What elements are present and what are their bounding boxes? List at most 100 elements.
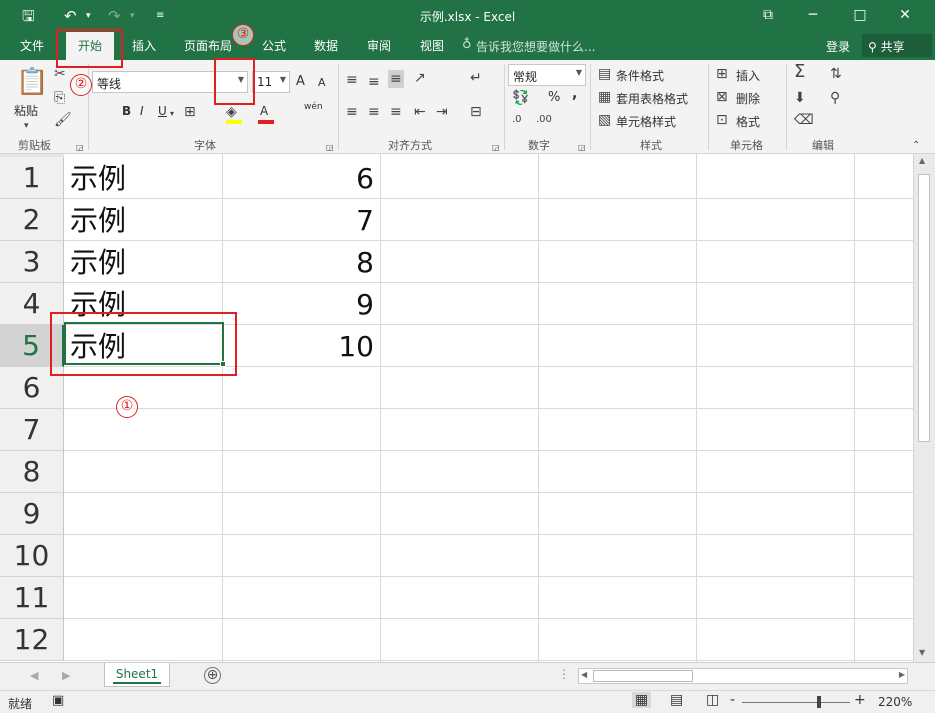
number-format-select[interactable]: 常规 ▼	[508, 64, 586, 86]
zoom-in-button[interactable]: +	[854, 692, 866, 708]
fill-icon[interactable]: ⬇	[794, 90, 806, 106]
paste-icon[interactable]: 📋	[16, 68, 48, 96]
increase-indent-icon[interactable]: ⇥	[436, 104, 448, 120]
underline-button[interactable]: U	[158, 104, 167, 118]
delete-cells-button[interactable]: 删除	[736, 90, 760, 107]
row-header[interactable]: 1	[0, 157, 64, 199]
vertical-scroll-thumb[interactable]	[918, 174, 930, 442]
cell-b3[interactable]: 8	[224, 241, 374, 283]
decrease-indent-icon[interactable]: ⇤	[414, 104, 426, 120]
row-header[interactable]: 3	[0, 241, 64, 283]
increase-decimal-icon[interactable]: .0	[512, 112, 522, 128]
row-header[interactable]: 10	[0, 535, 64, 577]
cell-a3[interactable]: 示例	[70, 241, 126, 283]
tab-formulas[interactable]: 公式	[262, 38, 286, 54]
cell-a1[interactable]: 示例	[70, 157, 126, 199]
cell-b4[interactable]: 9	[224, 283, 374, 325]
bold-button[interactable]: B	[122, 104, 131, 118]
align-top-icon[interactable]: ≡	[346, 72, 358, 88]
paste-label[interactable]: 粘贴	[14, 102, 38, 119]
scroll-up-icon[interactable]: ▲	[919, 156, 925, 165]
copy-icon[interactable]: ⎘	[54, 90, 65, 106]
scroll-left-icon[interactable]: ◀	[581, 670, 587, 679]
autosum-icon[interactable]: Σ	[794, 63, 805, 81]
align-bottom-icon[interactable]: ≡	[388, 70, 404, 88]
tab-view[interactable]: 视图	[420, 38, 444, 54]
row-header[interactable]: 2	[0, 199, 64, 241]
fill-color-icon[interactable]: ◈	[226, 104, 237, 120]
phonetic-button[interactable]: wén	[304, 102, 323, 112]
zoom-slider-track[interactable]	[742, 702, 850, 703]
cell-b1[interactable]: 6	[224, 157, 374, 199]
scroll-right-icon[interactable]: ▶	[899, 670, 905, 679]
cut-icon[interactable]: ✂	[54, 66, 66, 82]
conditional-format-button[interactable]: 条件格式	[616, 67, 664, 84]
tab-page-layout[interactable]: 页面布局	[184, 38, 232, 54]
login-link[interactable]: 登录	[826, 38, 850, 55]
format-painter-icon[interactable]: 🖌	[54, 112, 72, 128]
row-header[interactable]: 11	[0, 577, 64, 619]
cell-b5[interactable]: 10	[224, 325, 374, 367]
orientation-icon[interactable]: ↗	[414, 70, 426, 86]
underline-dropdown-icon[interactable]: ▾	[170, 106, 174, 122]
accounting-format-icon[interactable]: 💱	[512, 90, 529, 106]
tell-me-box[interactable]: 告诉我您想要做什么...	[476, 38, 595, 55]
tab-insert[interactable]: 插入	[132, 38, 156, 54]
row-header[interactable]: 7	[0, 409, 64, 451]
cell-b2[interactable]: 7	[224, 199, 374, 241]
close-button[interactable]: ✕	[889, 4, 921, 26]
tab-review[interactable]: 审阅	[367, 38, 391, 54]
zoom-level[interactable]: 220%	[878, 695, 912, 709]
wrap-text-icon[interactable]: ↵	[470, 70, 482, 86]
decrease-decimal-icon[interactable]: .00	[536, 112, 552, 128]
cell-styles-button[interactable]: 单元格样式	[616, 113, 676, 130]
percent-button[interactable]: %	[548, 90, 560, 105]
zoom-slider-knob[interactable]	[817, 696, 821, 708]
row-header[interactable]: 12	[0, 619, 64, 661]
decrease-font-button[interactable]: A	[318, 76, 326, 89]
cell-a2[interactable]: 示例	[70, 199, 126, 241]
increase-font-button[interactable]: A	[296, 74, 305, 89]
page-layout-view-icon[interactable]: ▤	[670, 692, 683, 708]
align-left-icon[interactable]: ≡	[346, 104, 358, 120]
prev-sheet-icon[interactable]: ◀	[30, 669, 38, 682]
font-size-select[interactable]: 11 ▼	[252, 71, 290, 93]
minimize-button[interactable]: ─	[797, 4, 829, 26]
font-color-icon[interactable]: A	[260, 104, 268, 118]
clear-icon[interactable]: ⌫	[794, 112, 814, 128]
insert-cells-button[interactable]: 插入	[736, 67, 760, 84]
align-right-icon[interactable]: ≡	[390, 104, 402, 120]
vertical-scrollbar[interactable]: ▲ ▼	[913, 154, 935, 662]
row-header[interactable]: 9	[0, 493, 64, 535]
comma-button[interactable]: ,	[572, 86, 577, 102]
scroll-down-icon[interactable]: ▼	[919, 648, 925, 657]
format-as-table-button[interactable]: 套用表格格式	[616, 90, 688, 107]
align-middle-icon[interactable]: ≡	[368, 74, 380, 90]
collapse-ribbon-icon[interactable]: ⌃	[912, 138, 920, 154]
maximize-button[interactable]: □	[844, 4, 876, 26]
paste-dropdown-icon[interactable]: ▾	[24, 118, 29, 134]
add-sheet-button[interactable]: ⊕	[204, 667, 221, 684]
align-center-icon[interactable]: ≡	[368, 104, 380, 120]
borders-icon[interactable]: ⊞	[184, 104, 196, 120]
number-group-label: 数字	[528, 139, 550, 152]
zoom-out-button[interactable]: -	[730, 692, 735, 708]
next-sheet-icon[interactable]: ▶	[62, 669, 70, 682]
page-break-view-icon[interactable]: ◫	[706, 692, 719, 708]
share-button[interactable]: ⚲ 共享	[862, 34, 932, 57]
tab-split-handle[interactable]: ⋮	[558, 667, 570, 681]
row-header[interactable]: 8	[0, 451, 64, 493]
sort-filter-icon[interactable]: ⇅	[830, 66, 842, 82]
merge-center-icon[interactable]: ⊟	[470, 104, 482, 120]
normal-view-icon[interactable]: ▦	[632, 692, 652, 708]
tab-file[interactable]: 文件	[20, 38, 44, 54]
find-select-icon[interactable]: ⚲	[830, 90, 840, 106]
italic-button[interactable]: I	[140, 104, 144, 118]
horizontal-scroll-thumb[interactable]	[593, 670, 693, 682]
format-cells-button[interactable]: 格式	[736, 113, 760, 130]
macro-record-icon[interactable]: ▣	[52, 693, 64, 708]
ribbon-display-icon[interactable]: ⧉	[752, 4, 784, 26]
sheet-tab-sheet1[interactable]: Sheet1	[104, 663, 170, 687]
horizontal-scrollbar[interactable]: ◀ ▶	[578, 668, 908, 684]
tab-data[interactable]: 数据	[314, 38, 338, 54]
